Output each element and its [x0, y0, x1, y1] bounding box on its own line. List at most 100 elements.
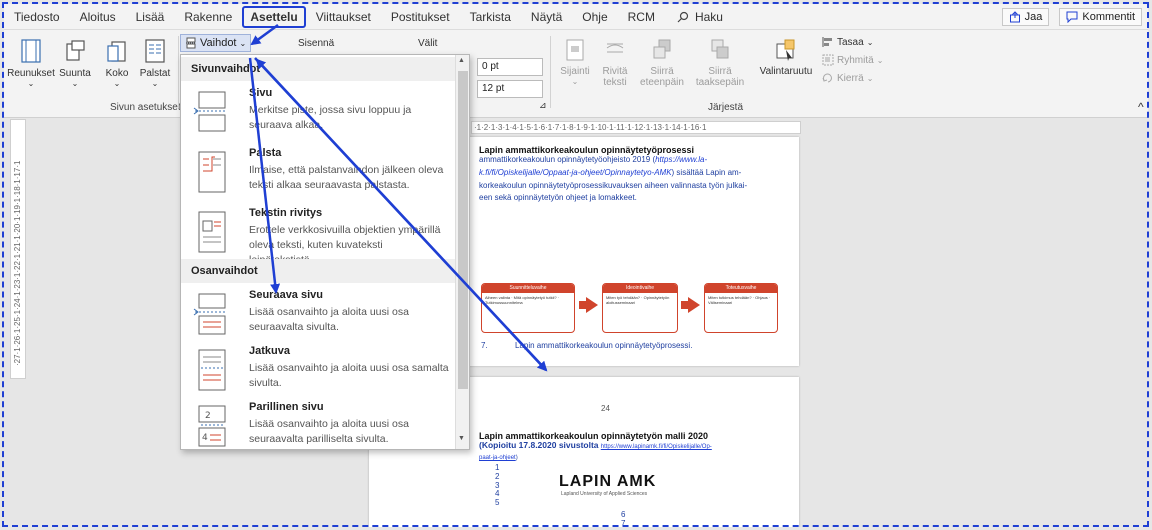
ribbon-separator — [550, 36, 551, 108]
comments-label: Kommentit — [1082, 10, 1135, 23]
break-even-page-item[interactable]: 24 Parillinen sivu Lisää osanvaihto ja a… — [181, 401, 455, 449]
page2-sub-link-a[interactable]: https://www.lapinamk.fi/fi/Opiskelijalle… — [601, 444, 712, 450]
margins-label: Reunukset — [7, 68, 55, 79]
flow-arrow-2 — [688, 297, 700, 313]
arrange-small-buttons: Tasaa ⌄ Ryhmitä ⌄ Kierrä ⌄ — [822, 36, 883, 84]
breaks-chevron-icon: ⌄ — [239, 38, 247, 48]
break-column-title: Palsta — [249, 147, 282, 159]
svg-text:4: 4 — [202, 433, 208, 443]
section-breaks-section-header: Osanvaihdot — [181, 259, 455, 283]
wrap-text-label-1: Rivitä — [602, 66, 628, 77]
break-next-page-item[interactable]: Seuraava sivu Lisää osanvaihto ja aloita… — [181, 289, 455, 345]
page2-number-list: 1 2 3 4 5 — [495, 463, 500, 508]
position-icon — [566, 39, 584, 61]
size-label: Koko — [105, 68, 129, 79]
selection-pane-button[interactable]: Valintaruutu — [756, 38, 816, 77]
menu-aloitus[interactable]: Aloitus — [70, 6, 126, 28]
orientation-label: Suunta — [59, 68, 91, 79]
columns-button[interactable]: Palstat ⌄ — [134, 38, 176, 88]
flow-step-3-body: Miten tutkimus tehdään? · Ohjaus · Välis… — [708, 295, 771, 306]
align-label: Tasaa — [837, 36, 864, 48]
margins-icon — [21, 39, 41, 63]
menu-asettelu[interactable]: Asettelu — [242, 5, 306, 28]
scroll-down-icon[interactable]: ▼ — [458, 435, 465, 442]
breaks-button[interactable]: Vaihdot ⌄ — [180, 34, 252, 52]
flow-step-4-overflow — [782, 283, 796, 333]
position-button[interactable]: Sijainti ⌄ — [554, 38, 596, 86]
break-column-desc: Ilmaise, että palstanvaihdon jälkeen ole… — [249, 164, 444, 192]
wrap-text-label-2: teksti — [603, 77, 627, 88]
orientation-chevron-icon: ⌄ — [71, 79, 79, 88]
collapse-ribbon-icon[interactable]: ^ — [1138, 100, 1144, 114]
wrap-text-button[interactable]: Rivitä teksti — [594, 38, 636, 88]
page2-sub-link-b[interactable]: paat-ja-ohjeet — [479, 455, 516, 461]
menu-rakenne[interactable]: Rakenne — [174, 6, 242, 28]
break-page-item[interactable]: Sivu Merkitse piste, jossa sivu loppuu j… — [181, 87, 455, 143]
group-label: Ryhmitä — [837, 54, 874, 66]
comment-icon — [1066, 11, 1078, 23]
bring-forward-label-2: eteenpäin — [640, 77, 684, 88]
menu-right-actions: Jaa Kommentit — [1001, 7, 1148, 26]
align-button[interactable]: Tasaa ⌄ — [822, 36, 883, 48]
page1-link-2[interactable]: k.fi/fi/Opiskelijalle/Oppaat-ja-ohjeet/O… — [479, 168, 672, 177]
menu-lisaa[interactable]: Lisää — [126, 6, 175, 28]
spacing-label: Välit — [418, 38, 438, 49]
selection-pane-icon — [776, 39, 795, 61]
paragraph-dialog-launcher-icon[interactable]: ⊿ — [539, 100, 547, 111]
break-continuous-item[interactable]: Jatkuva Lisää osanvaihto ja aloita uusi … — [181, 345, 455, 401]
break-text-wrapping-item[interactable]: Tekstin rivitys Erottele verkkosivuilla … — [181, 207, 455, 266]
margins-button[interactable]: Reunukset ⌄ — [7, 38, 55, 88]
break-even-page-title: Parillinen sivu — [249, 401, 324, 413]
breaks-icon — [186, 37, 196, 49]
flow-step-2: Ideointivaihe Miten työ tehdään? · Opinn… — [602, 283, 678, 333]
menu-rcm[interactable]: RCM — [618, 6, 665, 28]
group-button[interactable]: Ryhmitä ⌄ — [822, 54, 883, 66]
menu-postitukset[interactable]: Postitukset — [381, 6, 460, 28]
breaks-label: Vaihdot — [200, 37, 237, 49]
ribbon-separator — [178, 36, 179, 108]
arrange-group-label: Järjestä — [708, 102, 744, 113]
spacing-after-value: 12 pt — [482, 83, 505, 94]
break-column-item[interactable]: Palsta Ilmaise, että palstanvaihdon jälk… — [181, 147, 455, 205]
flow-step-1-body: Aiheen valinta · Mitä opinnäytetyö tutki… — [485, 295, 560, 306]
scroll-up-icon[interactable]: ▲ — [458, 57, 465, 64]
break-next-page-desc: Lisää osanvaihto ja aloita uusi osa seur… — [249, 306, 409, 334]
share-button[interactable]: Jaa — [1001, 7, 1050, 26]
page-setup-group-label: Sivun asetukset — [110, 102, 181, 113]
position-chevron-icon: ⌄ — [571, 77, 579, 86]
text-wrapping-break-icon — [198, 211, 226, 253]
dropdown-scroll-thumb[interactable] — [458, 71, 468, 389]
menu-bar: Tiedosto Aloitus Lisää Rakenne Asettelu … — [4, 4, 1148, 30]
size-button[interactable]: Koko ⌄ — [96, 38, 138, 88]
selection-pane-label: Valintaruutu — [759, 66, 813, 77]
page2-sub-a: (Kopioitu 17.8.2020 sivustolta — [479, 440, 599, 450]
column-break-icon — [198, 151, 226, 193]
orientation-button[interactable]: Suunta ⌄ — [54, 38, 96, 88]
menu-tarkista[interactable]: Tarkista — [460, 6, 521, 28]
list-item: 7 — [621, 518, 626, 527]
spacing-before-input[interactable]: 0 pt — [477, 58, 543, 76]
page1-line-4: een sekä opinnäytetyön ohjeet ja lomakke… — [479, 193, 637, 203]
page1-line2-rest: ) sisältää Lapin am- — [671, 167, 742, 177]
page1-line-1: ammattikorkeakoulun opinnäytetyöohjeisto… — [479, 154, 799, 167]
list-item: 5 — [495, 498, 500, 508]
menu-viittaukset[interactable]: Viittaukset — [306, 6, 381, 28]
page2-number-list-2: 6 7 — [621, 510, 626, 527]
menu-ohje[interactable]: Ohje — [572, 6, 617, 28]
search-box[interactable]: Haku — [677, 10, 723, 24]
send-backward-button[interactable]: Siirrä taaksepäin — [692, 38, 748, 88]
menu-nayta[interactable]: Näytä — [521, 6, 572, 28]
page1-line-2: k.fi/fi/Opiskelijalle/Oppaat-ja-ohjeet/O… — [479, 167, 799, 180]
break-page-desc: Merkitse piste, jossa sivu loppuu ja seu… — [249, 104, 412, 132]
rotate-button[interactable]: Kierrä ⌄ — [822, 72, 883, 84]
page1-link-1[interactable]: https://www.la- — [655, 155, 707, 164]
break-page-title: Sivu — [249, 87, 273, 99]
document-work-area: ·27·1·26·1·25·1·24·1·23·1·22·1·21·1·20·1… — [4, 119, 1148, 527]
dropdown-scrollbar[interactable]: ▲ ▼ — [455, 55, 469, 449]
vertical-ruler-ticks: ·27·1·26·1·25·1·24·1·23·1·22·1·21·1·20·1… — [13, 160, 22, 366]
comments-button[interactable]: Kommentit — [1059, 7, 1142, 26]
bring-forward-button[interactable]: Siirrä eteenpäin — [636, 38, 688, 88]
align-chevron-icon: ⌄ — [866, 37, 874, 47]
spacing-after-input[interactable]: 12 pt — [477, 80, 543, 98]
menu-tiedosto[interactable]: Tiedosto — [4, 6, 70, 28]
